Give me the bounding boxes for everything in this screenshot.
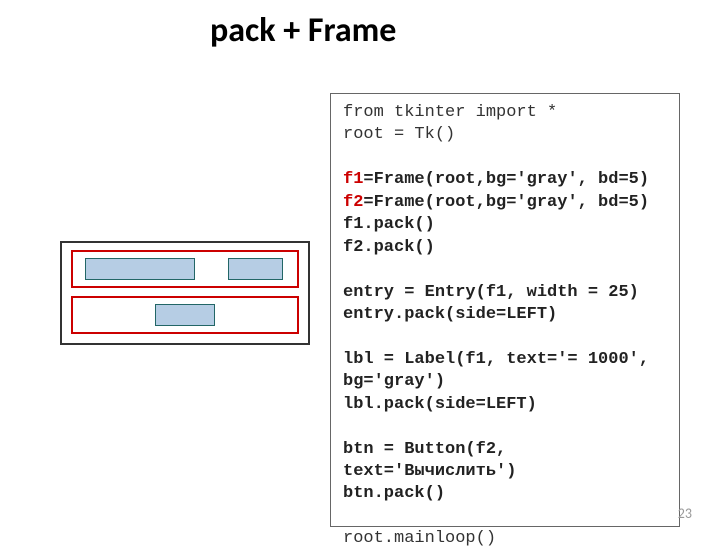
code-line: =Frame(root,bg='gray', bd=5) bbox=[363, 193, 649, 212]
code-line: btn.pack() bbox=[343, 484, 445, 503]
code-line: btn = Button(f2, text='Вычислить') bbox=[343, 440, 516, 481]
code-line: f1.pack() bbox=[343, 215, 435, 234]
code-line: from tkinter import * bbox=[343, 103, 557, 122]
entry-widget-box bbox=[85, 258, 195, 280]
frame-f1 bbox=[71, 250, 299, 288]
code-listing: from tkinter import * root = Tk() f1=Fra… bbox=[330, 93, 680, 527]
frame-f2 bbox=[71, 296, 299, 334]
code-line: root.mainloop() bbox=[343, 529, 496, 548]
code-line: f2.pack() bbox=[343, 238, 435, 257]
code-var-f1: f1 bbox=[343, 170, 363, 189]
code-var-f2: f2 bbox=[343, 193, 363, 212]
label-widget-box bbox=[228, 258, 283, 280]
tk-window-diagram bbox=[60, 241, 310, 345]
code-line: lbl = Label(f1, text='= 1000', bg='gray'… bbox=[343, 350, 659, 391]
code-line: lbl.pack(side=LEFT) bbox=[343, 395, 537, 414]
code-line: root = Tk() bbox=[343, 125, 455, 144]
button-widget-box bbox=[155, 304, 215, 326]
slide-title: pack + Frame bbox=[210, 10, 396, 51]
code-line: =Frame(root,bg='gray', bd=5) bbox=[363, 170, 649, 189]
code-line: entry.pack(side=LEFT) bbox=[343, 305, 557, 324]
code-line: entry = Entry(f1, width = 25) bbox=[343, 283, 639, 302]
page-number: 23 bbox=[678, 505, 692, 522]
